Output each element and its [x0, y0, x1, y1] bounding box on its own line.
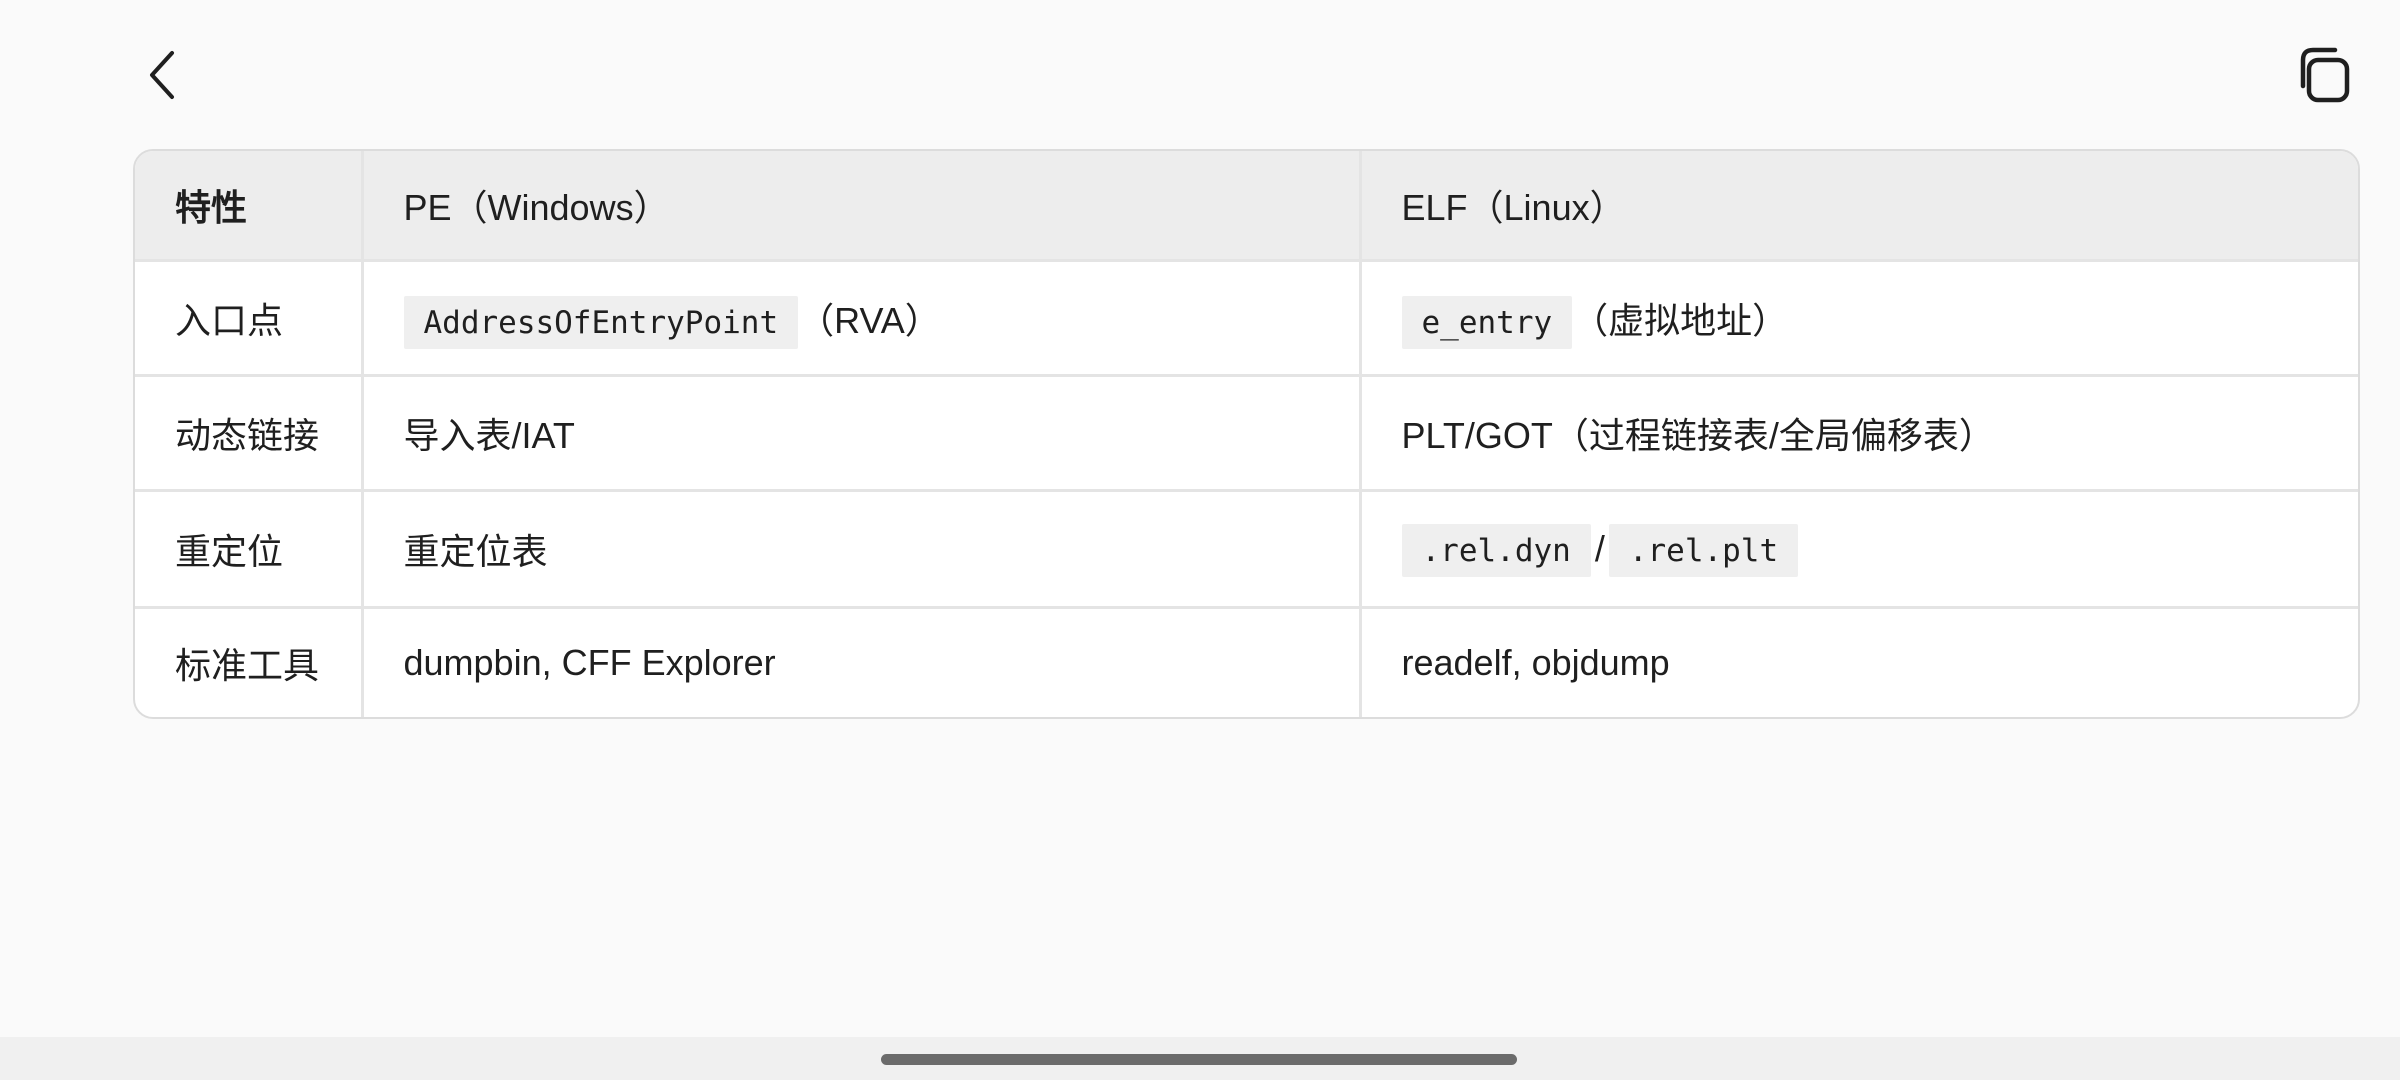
inline-code: .rel.plt [1608, 524, 1799, 577]
page: 特性 PE（Windows） ELF（Linux） 入口点 AddressOfE… [0, 0, 2400, 1080]
copy-button[interactable] [2290, 40, 2360, 110]
pe-cell: dumpbin, CFF Explorer [362, 607, 1362, 717]
feature-cell: 动态链接 [135, 375, 364, 492]
header-feature: 特性 [135, 151, 364, 262]
feature-cell: 标准工具 [135, 607, 364, 717]
header-pe: PE（Windows） [362, 151, 1362, 262]
table-header-row: 特性 PE（Windows） ELF（Linux） [135, 151, 2358, 262]
top-bar [0, 0, 2400, 140]
inline-code: e_entry [1401, 296, 1573, 349]
feature-cell: 重定位 [135, 490, 364, 609]
home-indicator[interactable] [881, 1054, 1517, 1065]
pe-cell: 重定位表 [362, 490, 1362, 609]
elf-cell: PLT/GOT（过程链接表/全局偏移表） [1360, 375, 2358, 492]
inline-code: .rel.dyn [1401, 524, 1591, 577]
cell-text: （虚拟地址） [1572, 300, 1789, 341]
copy-icon [2300, 47, 2350, 103]
pe-cell: AddressOfEntryPoint （RVA） [362, 260, 1362, 377]
cell-text: （RVA） [798, 300, 941, 341]
header-elf: ELF（Linux） [1360, 151, 2358, 262]
table-row: 动态链接 导入表/IAT PLT/GOT（过程链接表/全局偏移表） [135, 375, 2358, 492]
table-row: 标准工具 dumpbin, CFF Explorer readelf, objd… [135, 607, 2358, 717]
elf-cell: e_entry （虚拟地址） [1360, 260, 2358, 377]
feature-cell: 入口点 [135, 260, 364, 377]
pe-cell: 导入表/IAT [362, 375, 1362, 492]
inline-code: AddressOfEntryPoint [403, 296, 799, 349]
table-row: 入口点 AddressOfEntryPoint （RVA） e_entry （虚拟地… [135, 260, 2358, 377]
elf-cell: readelf, objdump [1401, 642, 1670, 683]
comparison-table: 特性 PE（Windows） ELF（Linux） 入口点 AddressOfE… [133, 149, 2360, 719]
back-button[interactable] [132, 40, 192, 110]
elf-cell: .rel.dyn / .rel.plt [1360, 490, 2358, 609]
separator: / [1594, 528, 1605, 569]
chevron-left-icon [150, 51, 174, 99]
table-row: 重定位 重定位表 .rel.dyn / .rel.plt [135, 490, 2358, 609]
